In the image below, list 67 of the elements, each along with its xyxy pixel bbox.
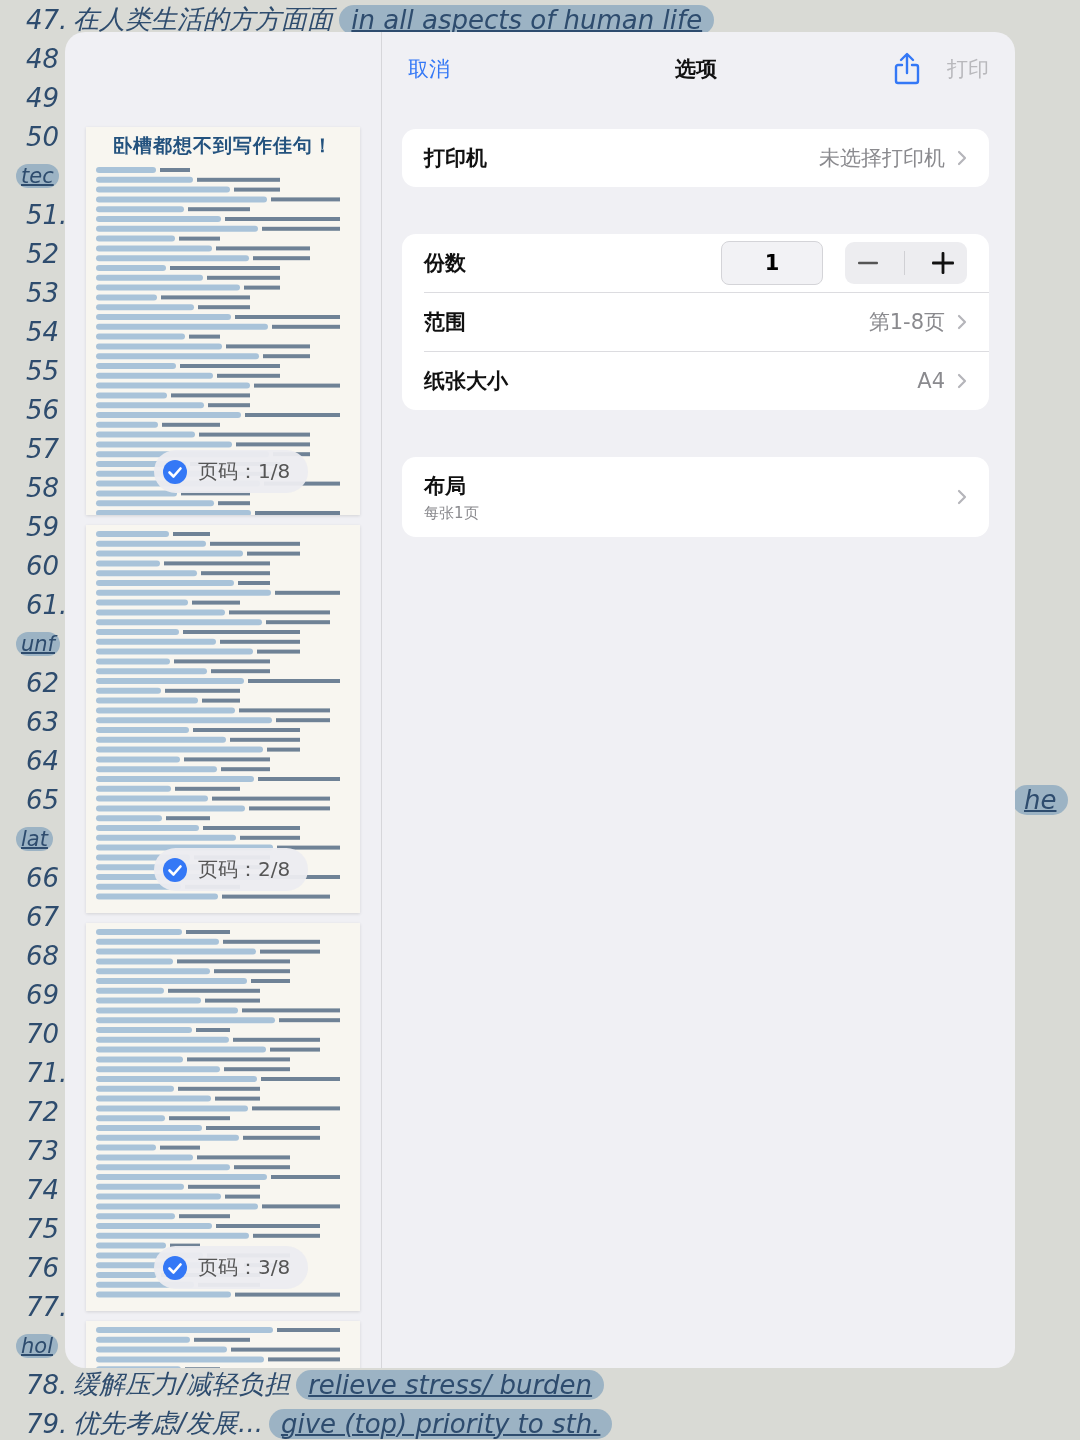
note-number: 68 <box>26 940 60 971</box>
note-number: 77. <box>26 1291 68 1322</box>
printer-row[interactable]: 打印机 未选择打印机 <box>402 129 989 187</box>
page-number-badge: 页码：1/8 <box>154 450 309 493</box>
note-number: 56 <box>26 394 60 425</box>
note-number: 55 <box>26 355 60 386</box>
chevron-icon <box>957 489 967 505</box>
note-number: 59 <box>26 511 60 542</box>
note-number: 75 <box>26 1213 60 1244</box>
copies-stepper[interactable] <box>845 242 967 284</box>
note-number: 67 <box>26 901 60 932</box>
share-button[interactable] <box>893 52 921 86</box>
share-icon <box>893 52 921 86</box>
note-number: 78. <box>26 1369 68 1400</box>
note-number: 52 <box>26 238 60 269</box>
paper-size-row[interactable]: 纸张大小 A4 <box>402 352 989 410</box>
note-number: 58 <box>26 472 60 503</box>
plus-icon <box>931 252 954 274</box>
copies-field[interactable]: 1 <box>721 241 823 285</box>
page-thumbnail[interactable]: 卧槽都想不到写作佳句！ 页码：1/8 <box>86 127 360 515</box>
copies-label: 份数 <box>424 250 466 277</box>
note-number: 65 <box>26 784 60 815</box>
note-number: 66 <box>26 862 60 893</box>
note-number: 62 <box>26 667 60 698</box>
note-highlight: hol <box>16 1333 58 1358</box>
note-number: 63 <box>26 706 60 737</box>
page-number-badge: 页码：2/8 <box>154 848 309 891</box>
note-number: 64 <box>26 745 60 776</box>
page-thumbnail[interactable]: 页码：2/8 <box>86 525 360 913</box>
note-highlight: relieve stress/ burden <box>296 1369 605 1400</box>
note-number: 54 <box>26 316 60 347</box>
chevron-icon <box>957 314 967 330</box>
range-row[interactable]: 范围 第1-8页 <box>402 293 989 351</box>
note-number: 48 <box>26 43 60 74</box>
note-highlight: tec <box>16 163 59 188</box>
note-highlight: give (top) priority to sth. <box>268 1408 613 1439</box>
note-highlight: he <box>1012 784 1069 815</box>
note-chinese: 缓解压力/减轻负担 <box>73 1368 291 1401</box>
note-number: 50 <box>26 121 60 152</box>
note-number: 61. <box>26 589 68 620</box>
note-number: 51. <box>26 199 68 230</box>
note-number: 49 <box>26 82 60 113</box>
note-highlight: unf <box>16 631 60 656</box>
page-number-badge: 页码：3/8 <box>154 1246 309 1289</box>
note-number: 72 <box>26 1096 60 1127</box>
note-number: 74 <box>26 1174 60 1205</box>
note-number: 53 <box>26 277 60 308</box>
cancel-button[interactable]: 取消 <box>408 55 450 83</box>
minus-icon <box>858 261 879 265</box>
note-number: 79. <box>26 1408 68 1439</box>
note-number: 76 <box>26 1252 60 1283</box>
note-number: 73 <box>26 1135 60 1166</box>
dialog-title: 选项 <box>674 56 717 83</box>
page-thumbnail[interactable]: 页码：3/8 <box>86 923 360 1311</box>
note-highlight: lat <box>16 826 53 851</box>
note-number: 60 <box>26 550 60 581</box>
note-chinese: 优先考虑/发展... <box>73 1407 263 1440</box>
page-title: 卧槽都想不到写作佳句！ <box>112 133 334 158</box>
note-number: 69 <box>26 979 60 1010</box>
chevron-icon <box>957 150 967 166</box>
note-highlight: in all aspects of human life <box>339 4 715 35</box>
note-number: 47. <box>26 4 68 35</box>
note-number: 71. <box>26 1057 68 1088</box>
chevron-icon <box>957 373 967 389</box>
note-number: 57 <box>26 433 60 464</box>
note-number: 70 <box>26 1018 60 1049</box>
layout-row[interactable]: 布局 每张1页 <box>402 457 989 537</box>
